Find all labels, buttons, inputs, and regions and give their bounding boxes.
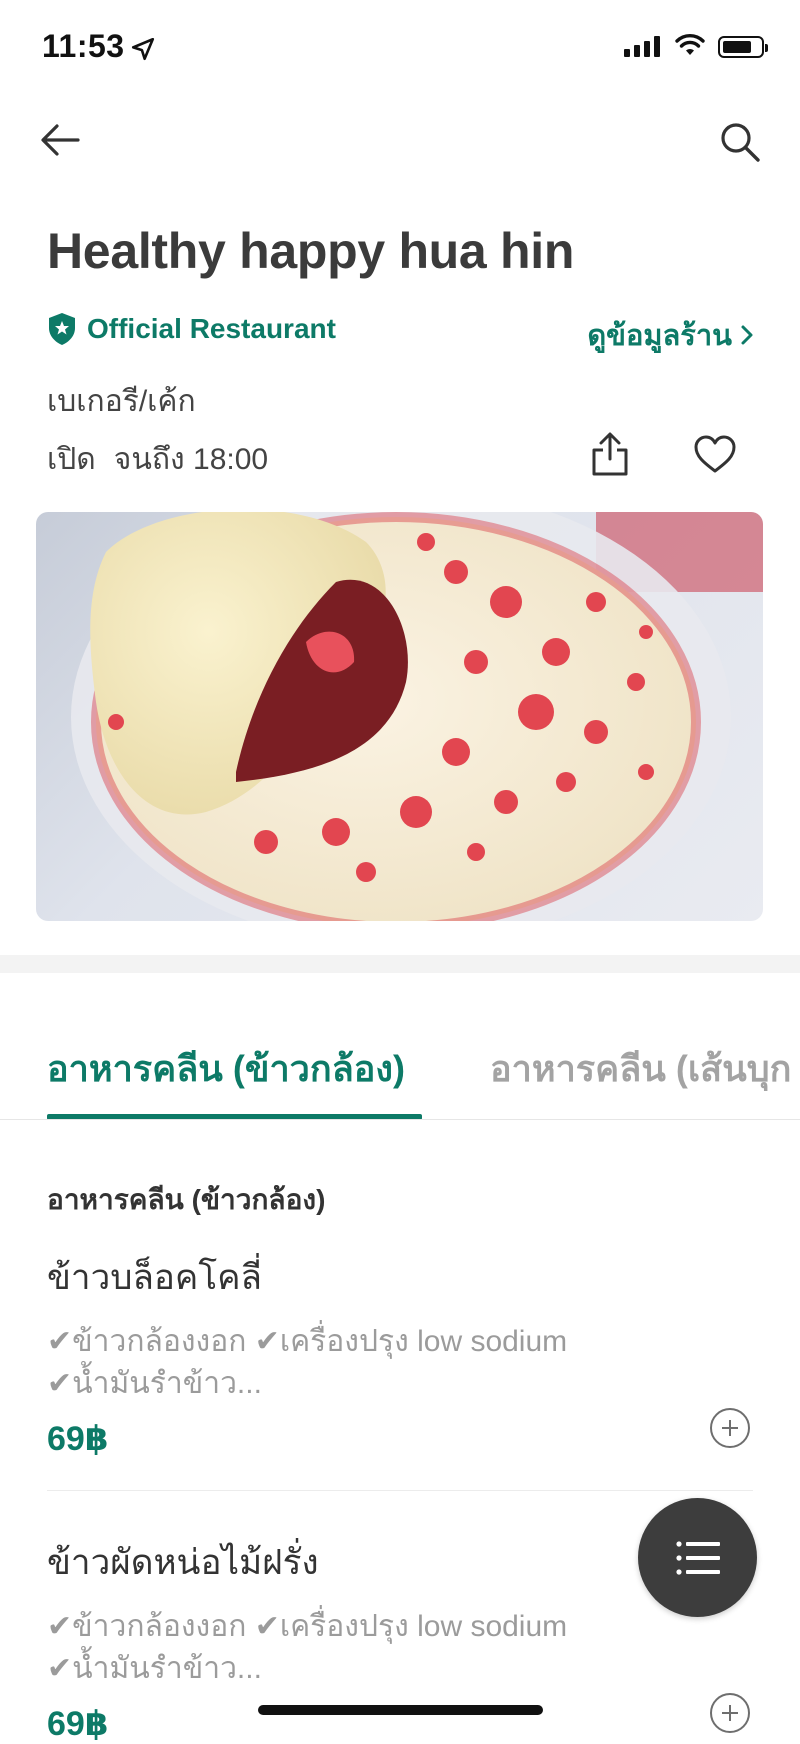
item-divider: [47, 1490, 753, 1491]
share-icon: [592, 432, 628, 476]
home-indicator: [258, 1705, 543, 1715]
info-link-label: ดูข้อมูลร้าน: [587, 320, 732, 352]
hours-text: จนถึง 18:00: [113, 443, 269, 476]
plus-icon: [722, 1705, 738, 1721]
cellular-signal-icon: [624, 36, 660, 57]
search-button[interactable]: [714, 116, 766, 168]
restaurant-name: Healthy happy hua hin: [47, 223, 575, 279]
section-divider: [0, 955, 800, 973]
tab-clean-food-brown-rice[interactable]: อาหารคลีน (ข้าวกล้อง): [47, 1040, 405, 1097]
heart-icon: [694, 435, 736, 473]
add-item-button[interactable]: [710, 1693, 750, 1733]
back-button[interactable]: [36, 116, 84, 164]
favorite-button[interactable]: [690, 430, 740, 478]
arrow-left-icon: [41, 124, 80, 156]
plus-icon: [722, 1420, 738, 1436]
menu-item-description: ✔ข้าวกล้องงอก ✔เครื่องปรุง low sodium ✔น…: [47, 1610, 568, 1685]
dessert-cup-photo: [71, 512, 763, 921]
opening-hours: เปิด จนถึง 18:00: [47, 436, 268, 483]
restaurant-hero-image: [36, 512, 763, 921]
status-time: 11:53: [42, 28, 125, 64]
chevron-right-icon: [741, 325, 753, 345]
shield-star-icon: [49, 313, 75, 345]
open-label: เปิด: [47, 443, 96, 476]
tabs-divider: [0, 1119, 800, 1120]
menu-item-price: 69฿: [47, 1420, 109, 1458]
category-tabs: อาหารคลีน (ข้าวกล้อง) อาหารคลีน (เส้นบุก: [0, 1040, 800, 1120]
menu-item-description: ✔ข้าวกล้องงอก ✔เครื่องปรุง low sodium ✔น…: [47, 1325, 568, 1400]
battery-icon: [718, 36, 768, 58]
tab-clean-food-konjac-noodles[interactable]: อาหารคลีน (เส้นบุก: [490, 1040, 791, 1097]
official-label: Official Restaurant: [87, 313, 336, 344]
search-icon: [721, 123, 760, 162]
restaurant-info-link[interactable]: ดูข้อมูลร้าน: [587, 312, 754, 358]
official-badge: Official Restaurant: [47, 312, 336, 346]
location-arrow-icon: [131, 37, 155, 61]
menu-item[interactable]: ข้าวบล็อคโคลี่ ✔ข้าวกล้องงอก ✔เครื่องปรุ…: [47, 1250, 753, 1459]
list-icon: [675, 1540, 720, 1575]
menu-item-name: ข้าวบล็อคโคลี่: [47, 1258, 262, 1297]
add-item-button[interactable]: [710, 1408, 750, 1448]
menu-list-button[interactable]: [638, 1498, 757, 1617]
section-title: อาหารคลีน (ข้าวกล้อง): [47, 1184, 326, 1215]
wifi-icon: [675, 34, 705, 55]
share-button[interactable]: [586, 428, 634, 480]
restaurant-category: เบเกอรี/เค้ก: [47, 385, 196, 418]
